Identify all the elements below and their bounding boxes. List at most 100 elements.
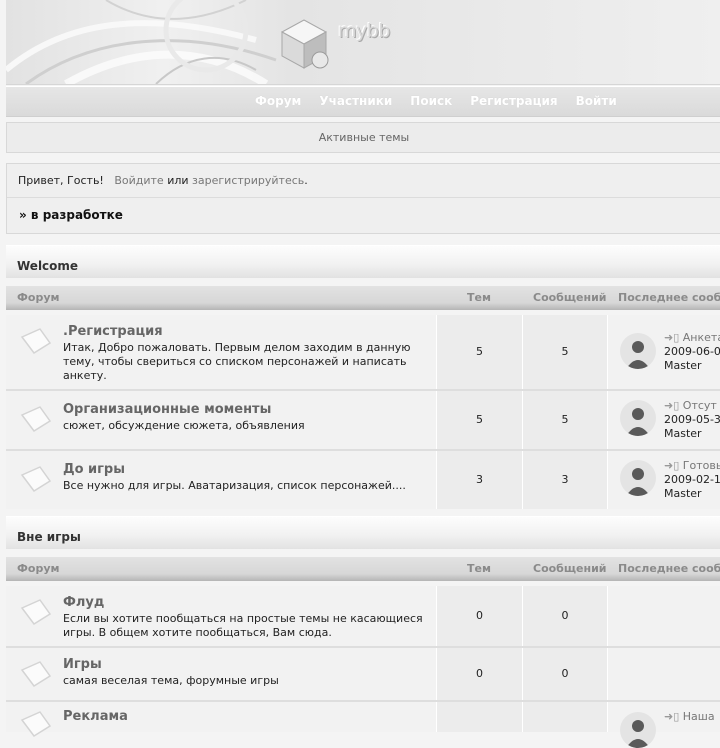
forum-read-icon bbox=[20, 328, 52, 355]
posts-count-cell: 3 bbox=[523, 451, 608, 509]
last-post-cell: ➜▯ Отсут 2009-05-3 Master bbox=[608, 391, 720, 449]
topics-count-cell: 3 bbox=[437, 451, 523, 509]
nav-forum[interactable]: Форум bbox=[255, 94, 301, 108]
goto-post-icon[interactable]: ➜▯ bbox=[664, 459, 679, 472]
active-topics-link[interactable]: Активные темы bbox=[6, 122, 720, 153]
category-header-offgame: Вне игры bbox=[6, 516, 720, 549]
greeting-dot: . bbox=[304, 174, 308, 187]
greeting-or: или bbox=[167, 174, 189, 187]
nav-members[interactable]: Участники bbox=[319, 94, 392, 108]
posts-count: 0 bbox=[561, 609, 569, 622]
user-avatar-icon[interactable] bbox=[620, 333, 656, 369]
posts-count: 0 bbox=[561, 667, 569, 680]
forum-description: Итак, Добро пожаловать. Первым делом зах… bbox=[63, 341, 411, 382]
user-avatar-icon[interactable] bbox=[620, 712, 656, 748]
column-posts: Сообщений bbox=[533, 291, 607, 304]
register-link[interactable]: зарегистрируйтесь bbox=[192, 174, 304, 187]
last-post-topic[interactable]: Анкета bbox=[683, 331, 720, 344]
last-post-date: 2009-02-1 bbox=[664, 473, 720, 486]
topics-count-cell bbox=[437, 702, 523, 732]
nav-search[interactable]: Поиск bbox=[410, 94, 452, 108]
last-post-cell bbox=[608, 648, 720, 700]
forum-info-cell: Организационные моменты сюжет, обсуждени… bbox=[62, 391, 437, 449]
last-post-user[interactable]: Master bbox=[664, 487, 702, 500]
column-topics: Тем bbox=[467, 291, 491, 304]
forum-description: самая веселая тема, форумные игры bbox=[63, 674, 279, 687]
topics-count: 5 bbox=[476, 345, 483, 358]
user-avatar-icon[interactable] bbox=[620, 400, 656, 436]
last-post-user[interactable]: Master bbox=[664, 427, 702, 440]
forum-description: Если вы хотите пообщаться на простые тем… bbox=[63, 612, 423, 639]
column-header-row: Форум Тем Сообщений Последнее сооб bbox=[6, 286, 720, 310]
last-post-topic[interactable]: Готовы bbox=[683, 459, 720, 472]
last-post-cell: ➜▯ Готовы 2009-02-1 Master bbox=[608, 451, 720, 509]
forum-description: сюжет, обсуждение сюжета, объявления bbox=[63, 419, 305, 432]
column-header-row: Форум Тем Сообщений Последнее сооб bbox=[6, 557, 720, 581]
forum-row: Флуд Если вы хотите пообщаться на просты… bbox=[6, 586, 720, 646]
forum-title[interactable]: До игры bbox=[63, 462, 426, 477]
forum-info-cell: Флуд Если вы хотите пообщаться на просты… bbox=[62, 586, 437, 646]
column-posts: Сообщений bbox=[533, 562, 607, 575]
column-forum: Форум bbox=[17, 291, 60, 304]
topics-count-cell: 0 bbox=[437, 648, 523, 700]
forum-read-icon bbox=[20, 599, 52, 626]
goto-post-icon[interactable]: ➜▯ bbox=[664, 399, 679, 412]
column-forum: Форум bbox=[17, 562, 60, 575]
user-avatar-icon[interactable] bbox=[620, 460, 656, 496]
nav-login[interactable]: Войти bbox=[576, 94, 617, 108]
forum-title[interactable]: Флуд bbox=[63, 595, 426, 610]
nav-register[interactable]: Регистрация bbox=[470, 94, 557, 108]
forum-title[interactable]: Игры bbox=[63, 657, 426, 672]
posts-count: 5 bbox=[561, 345, 569, 358]
last-post-date: 2009-06-0 bbox=[664, 345, 720, 358]
main-nav: Форум Участники Поиск Регистрация Войти bbox=[6, 86, 720, 117]
posts-count-cell: 0 bbox=[523, 648, 608, 700]
last-post-cell: ➜▯ Анкета 2009-06-0 Master bbox=[608, 315, 720, 389]
forum-info-cell: До игры Все нужно для игры. Аватаризация… bbox=[62, 451, 437, 509]
topics-count-cell: 5 bbox=[437, 391, 523, 449]
posts-count-cell: 5 bbox=[523, 391, 608, 449]
logo-cube-icon bbox=[280, 19, 329, 69]
greeting-panel: Привет, Гость! Войдите или зарегистрируй… bbox=[6, 163, 720, 234]
forum-icon-cell bbox=[6, 315, 62, 389]
posts-count-cell bbox=[523, 702, 608, 732]
topics-count: 5 bbox=[476, 413, 483, 426]
divider bbox=[7, 197, 720, 198]
last-post-topic[interactable]: Наша bbox=[683, 710, 715, 723]
last-post-user[interactable]: Master bbox=[664, 359, 702, 372]
logo-text: mybb bbox=[338, 20, 390, 42]
category-title[interactable]: Вне игры bbox=[17, 530, 81, 544]
posts-count: 3 bbox=[561, 473, 569, 486]
posts-count-cell: 5 bbox=[523, 315, 608, 389]
topics-count-cell: 0 bbox=[437, 586, 523, 646]
category-title[interactable]: Welcome bbox=[17, 259, 78, 273]
topics-count: 3 bbox=[476, 473, 483, 486]
forum-read-icon bbox=[20, 466, 52, 493]
goto-post-icon[interactable]: ➜▯ bbox=[664, 710, 679, 723]
column-last-post: Последнее сооб bbox=[618, 562, 720, 575]
column-last-post: Последнее сооб bbox=[618, 291, 720, 304]
forum-icon-cell bbox=[6, 451, 62, 509]
breadcrumb[interactable]: » в разработке bbox=[19, 208, 123, 222]
login-link[interactable]: Войдите bbox=[114, 174, 163, 187]
forum-title[interactable]: .Регистрация bbox=[63, 324, 426, 339]
forum-icon-cell bbox=[6, 586, 62, 646]
last-post-topic[interactable]: Отсут bbox=[683, 399, 717, 412]
forum-info-cell: Игры самая веселая тема, форумные игры bbox=[62, 648, 437, 700]
forum-read-icon bbox=[20, 406, 52, 433]
forum-title[interactable]: Организационные моменты bbox=[63, 402, 426, 417]
forum-icon-cell bbox=[6, 391, 62, 449]
forum-row: Организационные моменты сюжет, обсуждени… bbox=[6, 391, 720, 449]
topics-count-cell: 5 bbox=[437, 315, 523, 389]
greeting-hello: Привет, Гость! bbox=[18, 174, 104, 187]
goto-post-icon[interactable]: ➜▯ bbox=[664, 331, 679, 344]
forum-title[interactable]: Реклама bbox=[63, 709, 426, 724]
forum-icon-cell bbox=[6, 702, 62, 738]
forum-read-icon bbox=[20, 661, 52, 688]
topics-count: 0 bbox=[476, 609, 483, 622]
posts-count: 5 bbox=[561, 413, 569, 426]
header-banner: mybb bbox=[6, 0, 720, 85]
category-header-welcome: Welcome bbox=[6, 245, 720, 278]
topics-count: 0 bbox=[476, 667, 483, 680]
greeting-line: Привет, Гость! Войдите или зарегистрируй… bbox=[18, 174, 308, 187]
